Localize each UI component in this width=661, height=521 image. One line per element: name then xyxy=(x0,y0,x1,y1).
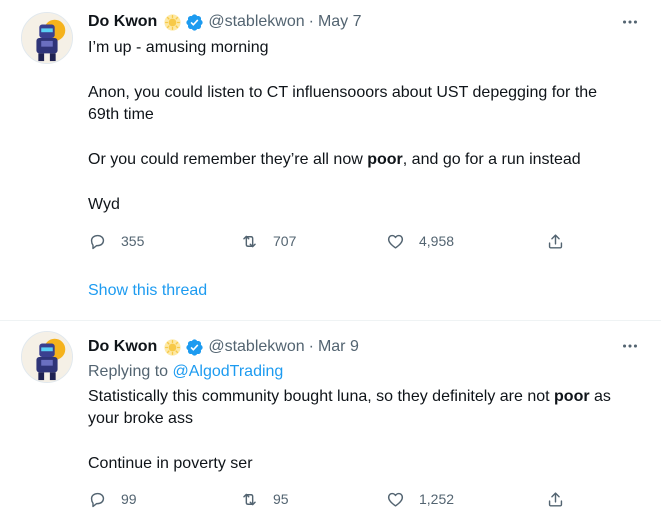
bold-word: poor xyxy=(367,151,403,168)
reply-button[interactable]: 99 xyxy=(88,488,137,510)
share-icon xyxy=(548,491,563,507)
tweet-line: your broke ass xyxy=(88,410,193,427)
tweet-line: I’m up - amusing morning xyxy=(88,39,269,56)
tweet-line: Anon, you could listen to CT influensooo… xyxy=(88,84,598,101)
replying-label: Replying to xyxy=(88,363,173,380)
tweet-line: 69th time xyxy=(88,106,154,123)
author-handle[interactable]: @stablekwon xyxy=(208,13,304,31)
like-icon xyxy=(387,234,404,249)
sun-badge-icon xyxy=(164,338,181,356)
reply-count: 355 xyxy=(121,233,145,249)
separator-dot: · xyxy=(308,338,314,355)
author-handle[interactable]: @stablekwon xyxy=(208,338,304,356)
show-thread-link[interactable]: Show this thread xyxy=(88,282,207,300)
tweet-date[interactable]: May 7 xyxy=(318,13,362,31)
share-icon xyxy=(548,233,563,249)
avatar-robot-icon xyxy=(22,13,72,63)
retweet-count: 707 xyxy=(273,233,297,249)
author-name[interactable]: Do Kwon xyxy=(88,338,157,356)
reply-icon xyxy=(90,234,105,249)
share-button[interactable] xyxy=(546,230,565,252)
avatar[interactable] xyxy=(21,331,73,383)
retweet-count: 95 xyxy=(273,491,289,507)
verified-icon xyxy=(185,338,204,357)
tweet-line: Continue in poverty ser xyxy=(88,455,253,472)
author-name[interactable]: Do Kwon xyxy=(88,13,157,31)
text-segment: Statistically this community bought luna… xyxy=(88,388,555,405)
text-segment: Or you could remember they’re all now xyxy=(88,151,368,168)
reply-icon xyxy=(90,492,105,507)
tweet-date[interactable]: Mar 9 xyxy=(318,338,359,356)
retweet-icon xyxy=(243,493,256,505)
text-segment: , and go for a run instead xyxy=(402,151,581,168)
tweet-header: Do Kwon @stablekwon · Mar 9 xyxy=(88,336,359,358)
tweet-actions: 355 707 4,958 xyxy=(88,230,578,252)
retweet-icon xyxy=(243,235,256,247)
text-segment: as xyxy=(589,388,611,405)
tweet[interactable]: Do Kwon @stablekwon · Mar 9 Replying to … xyxy=(0,320,661,521)
replying-handle-link[interactable]: @AlgodTrading xyxy=(173,363,284,380)
like-icon xyxy=(387,492,404,507)
like-count: 1,252 xyxy=(419,491,455,507)
more-icon[interactable] xyxy=(619,11,641,33)
retweet-button[interactable]: 95 xyxy=(240,488,289,510)
like-button[interactable]: 4,958 xyxy=(386,230,454,252)
share-button[interactable] xyxy=(546,488,565,510)
like-button[interactable]: 1,252 xyxy=(386,488,454,510)
like-count: 4,958 xyxy=(419,233,455,249)
tweet[interactable]: Do Kwon @stablekwon · May 7 I’m up - amu… xyxy=(0,0,661,320)
tweet-line: Wyd xyxy=(88,196,120,213)
avatar[interactable] xyxy=(21,12,73,64)
tweet-paragraph: Or you could remember they’re all now po… xyxy=(88,149,648,171)
tweet-paragraph: Statistically this community bought luna… xyxy=(88,386,648,408)
more-icon[interactable] xyxy=(619,335,641,357)
tweet-header: Do Kwon @stablekwon · May 7 xyxy=(88,11,362,33)
reply-count: 99 xyxy=(121,491,137,507)
sun-badge-icon xyxy=(164,13,181,31)
avatar-robot-icon xyxy=(22,332,72,382)
replying-to: Replying to @AlgodTrading xyxy=(88,361,648,383)
tweet-actions: 99 95 1,252 xyxy=(88,488,578,510)
reply-button[interactable]: 355 xyxy=(88,230,144,252)
bold-word: poor xyxy=(554,388,590,405)
separator-dot: · xyxy=(308,13,314,30)
retweet-button[interactable]: 707 xyxy=(240,230,296,252)
verified-icon xyxy=(185,13,204,32)
